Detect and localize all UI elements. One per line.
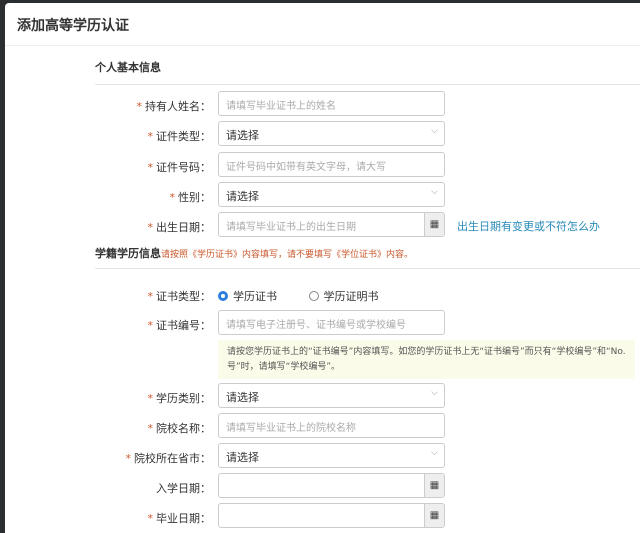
required-mark: * [147, 290, 154, 303]
section-education-info: 学籍学历信息请按照《学历证书》内容填写，请不要填写《学位证书》内容。 [95, 245, 413, 261]
chevron-down-icon: ⌵ [431, 388, 438, 398]
required-mark: * [147, 319, 154, 332]
select-value: 请选择 [226, 451, 259, 464]
label-text: 持有人姓名： [145, 100, 211, 113]
radio-selected-icon[interactable] [218, 291, 228, 301]
school-name-label: * 院校名称： [61, 420, 212, 436]
holder-name-label: * 持有人姓名： [61, 98, 212, 114]
cert-type-radio-group: 学历证书 学历证明书 [218, 288, 379, 304]
label-text: 证书编号： [156, 319, 211, 332]
required-mark: * [169, 191, 176, 204]
label-text: 性别： [178, 191, 211, 204]
school-province-select[interactable]: 请选择 ⌵ [218, 443, 445, 468]
label-text: 证件号码： [156, 161, 211, 174]
select-value: 请选择 [226, 129, 259, 142]
graduation-date-label: * 毕业日期： [61, 510, 212, 526]
add-degree-dialog: 添加高等学历认证 个人基本信息 * 持有人姓名： 请填写毕业证书上的姓名 * 证件类… [5, 3, 640, 533]
cert-number-tip: 请按您学历证书上的“证书编号”内容填写。如您的学历证书上无“证书编号”而只有“学… [218, 340, 635, 379]
cert-number-label: * 证书编号： [61, 317, 212, 333]
label-text: 院校名称： [156, 422, 211, 435]
cert-number-input[interactable]: 请填写电子注册号、证书编号或学校编号 [218, 310, 445, 335]
section-personal-info: 个人基本信息 [95, 61, 161, 74]
required-mark: * [125, 452, 132, 465]
degree-category-label: * 学历类别： [61, 390, 212, 406]
section-note: 请按照《学历证书》内容填写，请不要填写《学位证书》内容。 [161, 250, 414, 260]
chevron-down-icon: ⌵ [431, 187, 438, 197]
gender-label: * 性别： [61, 189, 212, 205]
degree-category-select[interactable]: 请选择 ⌵ [218, 383, 445, 408]
gender-select[interactable]: 请选择 ⌵ [218, 182, 445, 207]
label-text: 院校所在省市： [134, 452, 211, 465]
radio-label: 学历证明书 [323, 290, 379, 303]
chevron-down-icon: ⌵ [431, 448, 438, 458]
graduation-date-input[interactable]: ▦ [218, 503, 445, 528]
select-value: 请选择 [226, 190, 259, 203]
birth-date-input[interactable]: 请填写毕业证书上的出生日期 ▦ [218, 212, 445, 237]
required-mark: * [147, 422, 154, 435]
required-mark: * [147, 130, 154, 143]
placeholder: 请填写毕业证书上的出生日期 [226, 222, 356, 233]
id-type-label: * 证件类型： [61, 128, 212, 144]
id-number-input[interactable]: 证件号码中如带有英文字母，请大写 [218, 152, 445, 177]
radio-label: 学历证书 [233, 290, 277, 303]
required-mark: * [136, 100, 143, 113]
calendar-icon[interactable]: ▦ [424, 504, 444, 527]
divider [95, 84, 640, 85]
chevron-down-icon: ⌵ [431, 126, 438, 136]
required-mark: * [147, 221, 154, 234]
id-number-label: * 证件号码： [61, 159, 212, 175]
select-value: 请选择 [226, 391, 259, 404]
school-name-input[interactable]: 请填写毕业证书上的院校名称 [218, 413, 445, 438]
cert-type-label: * 证书类型： [61, 288, 212, 304]
calendar-icon[interactable]: ▦ [424, 474, 444, 497]
id-type-select[interactable]: 请选择 ⌵ [218, 121, 445, 146]
label-text: 证书类型： [156, 290, 211, 303]
enrollment-date-label: 入学日期： [156, 482, 211, 495]
label-text: 出生日期： [156, 221, 211, 234]
dialog-title: 添加高等学历认证 [5, 3, 640, 46]
divider [95, 268, 640, 269]
label-text: 学历类别： [156, 392, 211, 405]
radio-diploma[interactable]: 学历证书 [218, 290, 277, 303]
required-mark: * [147, 161, 154, 174]
radio-certificate-of-education[interactable]: 学历证明书 [308, 290, 379, 303]
section-title: 学籍学历信息 [95, 247, 161, 260]
radio-unselected-icon[interactable] [308, 291, 319, 301]
birth-date-help-link[interactable]: 出生日期有变更或不符怎么办 [457, 218, 600, 234]
birth-date-label: * 出生日期： [61, 219, 212, 235]
required-mark: * [147, 512, 154, 525]
holder-name-input[interactable]: 请填写毕业证书上的姓名 [218, 91, 445, 116]
calendar-icon[interactable]: ▦ [424, 213, 444, 236]
label-text: 毕业日期： [156, 512, 211, 525]
enrollment-date-input[interactable]: ▦ [218, 473, 445, 498]
required-mark: * [147, 392, 154, 405]
label-text: 证件类型： [156, 130, 211, 143]
school-province-label: * 院校所在省市： [61, 450, 212, 466]
